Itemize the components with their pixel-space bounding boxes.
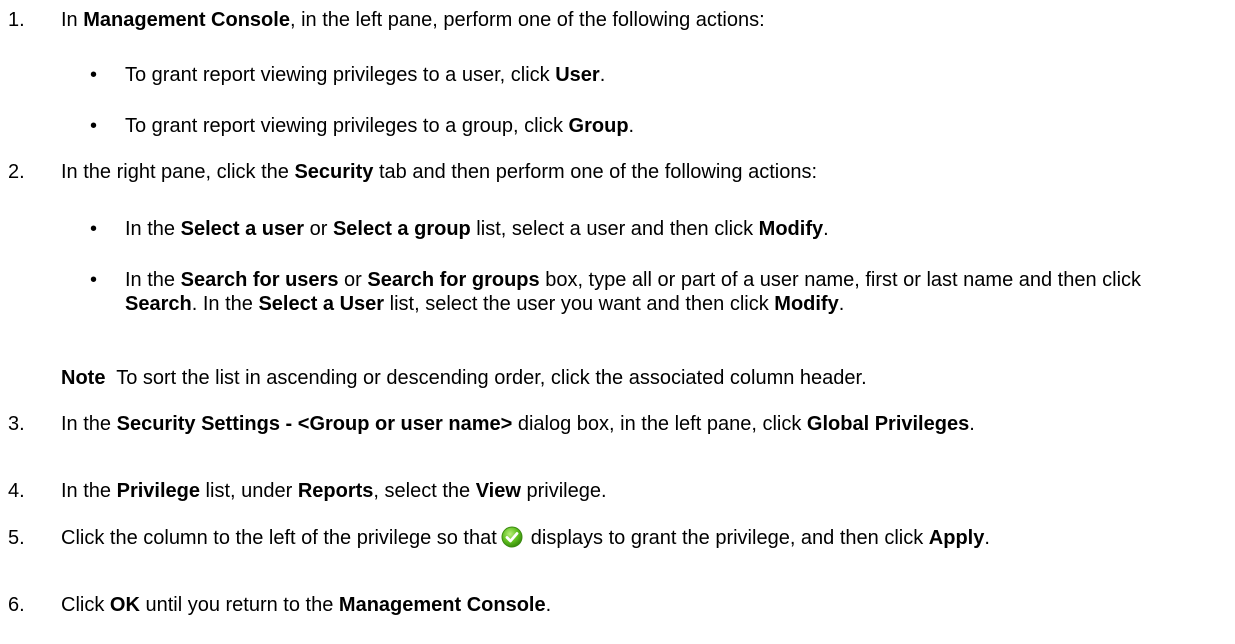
text-run: , in the left pane, perform one of the f… — [289, 9, 765, 31]
text-run: , select the — [373, 480, 476, 502]
ui-term: View — [475, 480, 521, 502]
ui-term: Apply — [928, 527, 985, 549]
text-run: . — [823, 218, 829, 240]
text-run: dialog box, in the left pane, click — [512, 413, 807, 435]
text-run: . — [969, 413, 975, 435]
text-run: list, select the user you want and then … — [384, 293, 775, 315]
ui-term: Global Privileges — [806, 413, 970, 435]
text-run: . — [545, 594, 552, 616]
ui-term: User — [555, 64, 600, 86]
ui-term: OK — [109, 594, 140, 616]
ui-term: Search — [125, 293, 192, 315]
ui-term: Search for users — [180, 269, 339, 291]
step-text: In Management Console, in the left pane,… — [61, 8, 1171, 32]
ui-term: Privilege — [116, 480, 200, 502]
text-run: In the right pane, click the — [61, 161, 295, 183]
ui-term: Modify — [758, 218, 824, 240]
text-run: In the — [125, 218, 181, 240]
bullet-text: To grant report viewing privileges to a … — [125, 63, 1145, 87]
ui-term: Search for groups — [367, 269, 540, 291]
green-checkmark-icon — [501, 526, 523, 548]
ui-term: Security Settings - <Group or user name> — [116, 413, 513, 435]
text-run: . In the — [191, 293, 259, 315]
note: Note To sort the list in ascending or de… — [61, 366, 1211, 390]
step-text: In the Security Settings - <Group or use… — [61, 412, 1171, 436]
step-number: 6. — [8, 594, 25, 616]
step-number: 3. — [8, 413, 25, 435]
ui-term: Security — [294, 161, 374, 183]
step-number: 1. — [8, 9, 25, 31]
step-text: Click OK until you return to the Managem… — [61, 593, 1171, 617]
step-text: In the right pane, click the Security ta… — [61, 160, 1171, 184]
step-number: 5. — [8, 527, 25, 549]
text-run: To grant report viewing privileges to a … — [125, 64, 556, 86]
text-run: tab and then perform one of the followin… — [373, 161, 818, 183]
bullet-text: In the Search for users or Search for gr… — [125, 268, 1145, 316]
text-run: Click — [61, 594, 110, 616]
text-run: list, select a user and then click — [470, 218, 759, 240]
text-run: In — [61, 9, 84, 31]
text-run: displays to grant the privilege, and the… — [530, 527, 929, 549]
text-run: until you return to the — [139, 594, 339, 616]
text-run: In the — [61, 480, 117, 502]
procedure-document: 1. In Management Console, in the left pa… — [0, 0, 1235, 644]
note-label: Note — [61, 367, 106, 389]
text-run: In the — [61, 413, 117, 435]
ui-term: Select a user — [180, 218, 305, 240]
text-run: . — [984, 527, 990, 549]
ui-term: Management Console — [338, 594, 546, 616]
text-run: . — [628, 115, 635, 137]
ui-term: Reports — [297, 480, 374, 502]
step-number: 2. — [8, 161, 25, 183]
text-run: To grant report viewing privileges to a … — [125, 115, 569, 137]
bullet-dot: • — [90, 64, 98, 86]
text-run: Click the column to the left of the priv… — [61, 527, 497, 549]
text-run: box, type all or part of a user name, fi… — [539, 269, 1142, 291]
bullet-dot: • — [90, 115, 98, 137]
text-run: list, under — [200, 480, 298, 502]
bullet-text: To grant report viewing privileges to a … — [125, 114, 1145, 138]
text-run: or — [304, 218, 333, 240]
ui-term: Modify — [774, 293, 839, 315]
step-number: 4. — [8, 480, 25, 502]
step-text: Click the column to the left of the priv… — [61, 526, 1171, 550]
bullet-dot: • — [90, 269, 98, 291]
text-run: . — [838, 293, 845, 315]
ui-term: Select a User — [258, 293, 385, 315]
bullet-text: In the Select a user or Select a group l… — [125, 217, 1145, 241]
note-text: To sort the list in ascending or descend… — [105, 367, 867, 389]
ui-term: Select a group — [332, 218, 471, 240]
text-run: In the — [125, 269, 181, 291]
text-run: . — [599, 64, 606, 86]
bullet-dot: • — [90, 218, 98, 240]
text-run: privilege. — [520, 480, 607, 502]
ui-term: Management Console — [83, 9, 290, 31]
text-run: or — [338, 269, 368, 291]
ui-term: Group — [568, 115, 629, 137]
step-text: In the Privilege list, under Reports, se… — [61, 479, 1171, 503]
